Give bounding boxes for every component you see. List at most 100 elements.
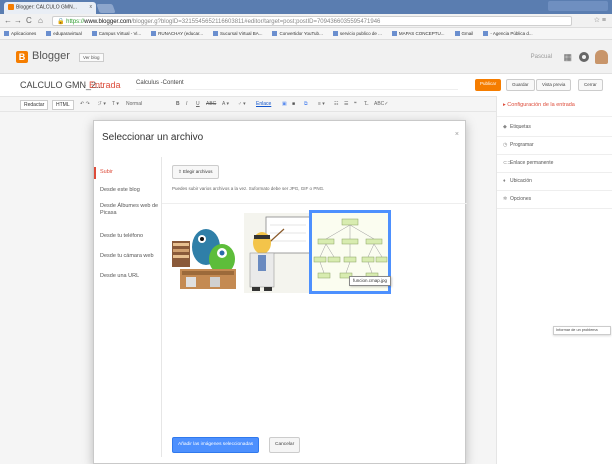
bookmark-item[interactable]: Convertidor YouTub... xyxy=(272,31,323,37)
bookmark-icon xyxy=(91,31,97,37)
nav-from-phone[interactable]: Desde tu teléfono xyxy=(100,233,160,240)
link-icon: ⊂⊃ xyxy=(503,160,512,166)
bookmark-item[interactable]: Campus Virtual - Vi... xyxy=(91,31,142,37)
bookmark-icon xyxy=(391,31,397,37)
bookmark-item[interactable]: - Agencia Pública d... xyxy=(483,31,533,37)
user-name[interactable]: Pascual xyxy=(531,54,552,60)
bookmark-item[interactable]: Sucursal Virtual BA... xyxy=(213,31,262,37)
apps-grid-icon[interactable]: ▦ xyxy=(563,52,572,63)
url-host: www.blogger.com xyxy=(84,19,132,25)
text-color-icon[interactable]: A ▾ xyxy=(222,101,229,107)
nav-from-picasa[interactable]: Desde Álbumes web de Picasa xyxy=(100,203,160,217)
highlight-color-icon[interactable]: ♂ ▾ xyxy=(238,101,246,107)
video-icon[interactable]: ■ xyxy=(292,101,295,107)
entry-label: Entrada xyxy=(89,80,121,90)
preview-button[interactable]: Vista previa xyxy=(536,79,572,91)
view-blog-button[interactable]: Ver blog xyxy=(79,53,104,62)
undo-redo-icon[interactable]: ↶ ↷ xyxy=(80,101,90,107)
thumbnail-tooltip: funcion.cmap.jpg xyxy=(349,276,392,286)
nav-from-url[interactable]: Desde una URL xyxy=(100,273,160,280)
avatar[interactable] xyxy=(595,50,608,64)
strikethrough-icon[interactable]: ABC xyxy=(206,101,216,107)
bookmark-label: Campus Virtual - Vi... xyxy=(98,31,142,36)
bookmark-label: eduparavirtual xyxy=(53,31,82,36)
image-icon[interactable]: ▣ xyxy=(282,101,287,107)
publish-button[interactable]: Publicar xyxy=(475,79,502,91)
blogger-name[interactable]: Blogger xyxy=(32,50,70,62)
sidebar-item-location[interactable]: ♦ Ubicación xyxy=(503,178,532,184)
quote-icon[interactable]: ❝ xyxy=(354,101,357,107)
jump-break-icon[interactable]: ⧉ xyxy=(304,101,308,107)
dialog-close-icon[interactable]: × xyxy=(455,131,459,138)
align-icon[interactable]: ≡ ▾ xyxy=(318,101,325,107)
html-mode-button[interactable]: HTML xyxy=(52,100,74,110)
bookmark-icon xyxy=(454,31,460,37)
tag-icon: ◆ xyxy=(503,124,507,130)
sidebar-item-options[interactable]: ✲ Opciones xyxy=(503,196,531,202)
extensions-icons[interactable]: ☆ ≡ xyxy=(594,16,606,24)
notifications-icon[interactable] xyxy=(579,52,589,62)
back-icon[interactable]: ← xyxy=(4,16,12,25)
dialog-title: Seleccionar un archivo xyxy=(102,132,204,143)
forward-icon[interactable]: → xyxy=(14,16,22,25)
bookmark-item[interactable]: MAPAS CONCEPTU... xyxy=(391,31,445,37)
bookmark-label: MAPAS CONCEPTU... xyxy=(398,31,445,36)
bookmark-label: - Agencia Pública d... xyxy=(490,31,533,36)
clear-format-icon[interactable]: T̶ xyxy=(364,101,367,107)
bookmark-item[interactable]: Aplicaciones xyxy=(4,31,37,37)
bookmark-icon xyxy=(483,31,489,37)
bulleted-list-icon[interactable]: ☰ xyxy=(344,101,348,107)
bookmark-item[interactable]: servicio publico de ... xyxy=(332,31,382,37)
nav-upload[interactable]: Subir xyxy=(100,169,160,176)
link-button[interactable]: Enlace xyxy=(256,101,271,107)
bookmark-label: Convertidor YouTub... xyxy=(279,31,323,36)
close-button[interactable]: Cerrar xyxy=(578,79,603,91)
image-thumbnail-professor[interactable] xyxy=(244,213,314,293)
report-problem-button[interactable]: Informar de un problema xyxy=(553,326,611,335)
nav-active-indicator xyxy=(94,167,96,179)
format-select[interactable]: Normal xyxy=(126,101,142,107)
post-title-row: CALCULO GMN_2... · Entrada Calculus -Con… xyxy=(0,74,612,96)
sidebar-item-permalink[interactable]: ⊂⊃Enlace permanente xyxy=(503,160,553,166)
bookmark-item[interactable]: Gmail xyxy=(454,31,473,37)
font-family-icon[interactable]: ℱ ▾ xyxy=(98,101,106,107)
bookmark-item[interactable]: eduparavirtual xyxy=(46,31,82,37)
reload-icon[interactable]: C xyxy=(26,16,32,25)
blogger-favicon-icon xyxy=(8,4,14,10)
add-selected-images-button[interactable]: Añadir las imágenes seleccionadas xyxy=(172,437,260,453)
bookmarks-bar: Aplicaciones eduparavirtual Campus Virtual… xyxy=(0,28,612,40)
tab-close-icon[interactable]: x xyxy=(90,4,93,10)
numbered-list-icon[interactable]: ☷ xyxy=(334,101,338,107)
bold-icon[interactable]: B xyxy=(176,101,180,107)
image-thumbnail-monsters[interactable] xyxy=(170,213,240,293)
url-input[interactable]: 🔒 https://www.blogger.com/blogger.g?blog… xyxy=(52,16,572,26)
gear-icon: ✲ xyxy=(503,196,508,202)
nav-from-blog[interactable]: Desde este blog xyxy=(100,187,160,194)
tab-title: Blogger: CALCULO GMN... xyxy=(16,4,77,11)
sidebar-item-schedule[interactable]: ◷ Programar xyxy=(503,142,534,148)
bookmark-icon xyxy=(151,31,157,37)
spellcheck-icon[interactable]: ABC✓ xyxy=(374,101,388,107)
home-icon[interactable]: ⌂ xyxy=(38,16,43,25)
bookmark-label: RUNACHAY (educar... xyxy=(158,31,204,36)
window-controls[interactable] xyxy=(548,1,608,11)
compose-mode-button[interactable]: Redactar xyxy=(20,100,49,110)
blogger-logo-icon[interactable]: B xyxy=(16,51,28,63)
choose-files-button[interactable]: ⇧ Elegir archivos xyxy=(172,165,219,179)
bookmark-label: Aplicaciones xyxy=(11,31,37,36)
save-button[interactable]: Guardar xyxy=(506,79,535,91)
post-settings-header[interactable]: ▸ Configuración de la entrada xyxy=(503,102,575,108)
cancel-button[interactable]: Cancelar xyxy=(269,437,301,453)
nav-from-webcam[interactable]: Desde tu cámara web xyxy=(100,253,160,260)
browser-tab[interactable]: Blogger: CALCULO GMN... x xyxy=(4,2,96,14)
underline-icon[interactable]: U xyxy=(196,101,200,107)
sidebar-item-labels[interactable]: ◆ Etiquetas xyxy=(503,124,531,130)
font-size-icon[interactable]: T ▾ xyxy=(112,101,119,107)
bookmark-item[interactable]: RUNACHAY (educar... xyxy=(151,31,204,37)
new-tab-button[interactable] xyxy=(96,4,116,13)
editor-toolbar: Redactar HTML ↶ ↷ ℱ ▾ T ▾ Normal B I U A… xyxy=(0,96,496,112)
post-title-input[interactable]: Calculus -Content xyxy=(136,80,458,90)
italic-icon[interactable]: I xyxy=(186,101,187,107)
bookmark-icon xyxy=(332,31,338,37)
title-separator: · xyxy=(84,80,87,90)
